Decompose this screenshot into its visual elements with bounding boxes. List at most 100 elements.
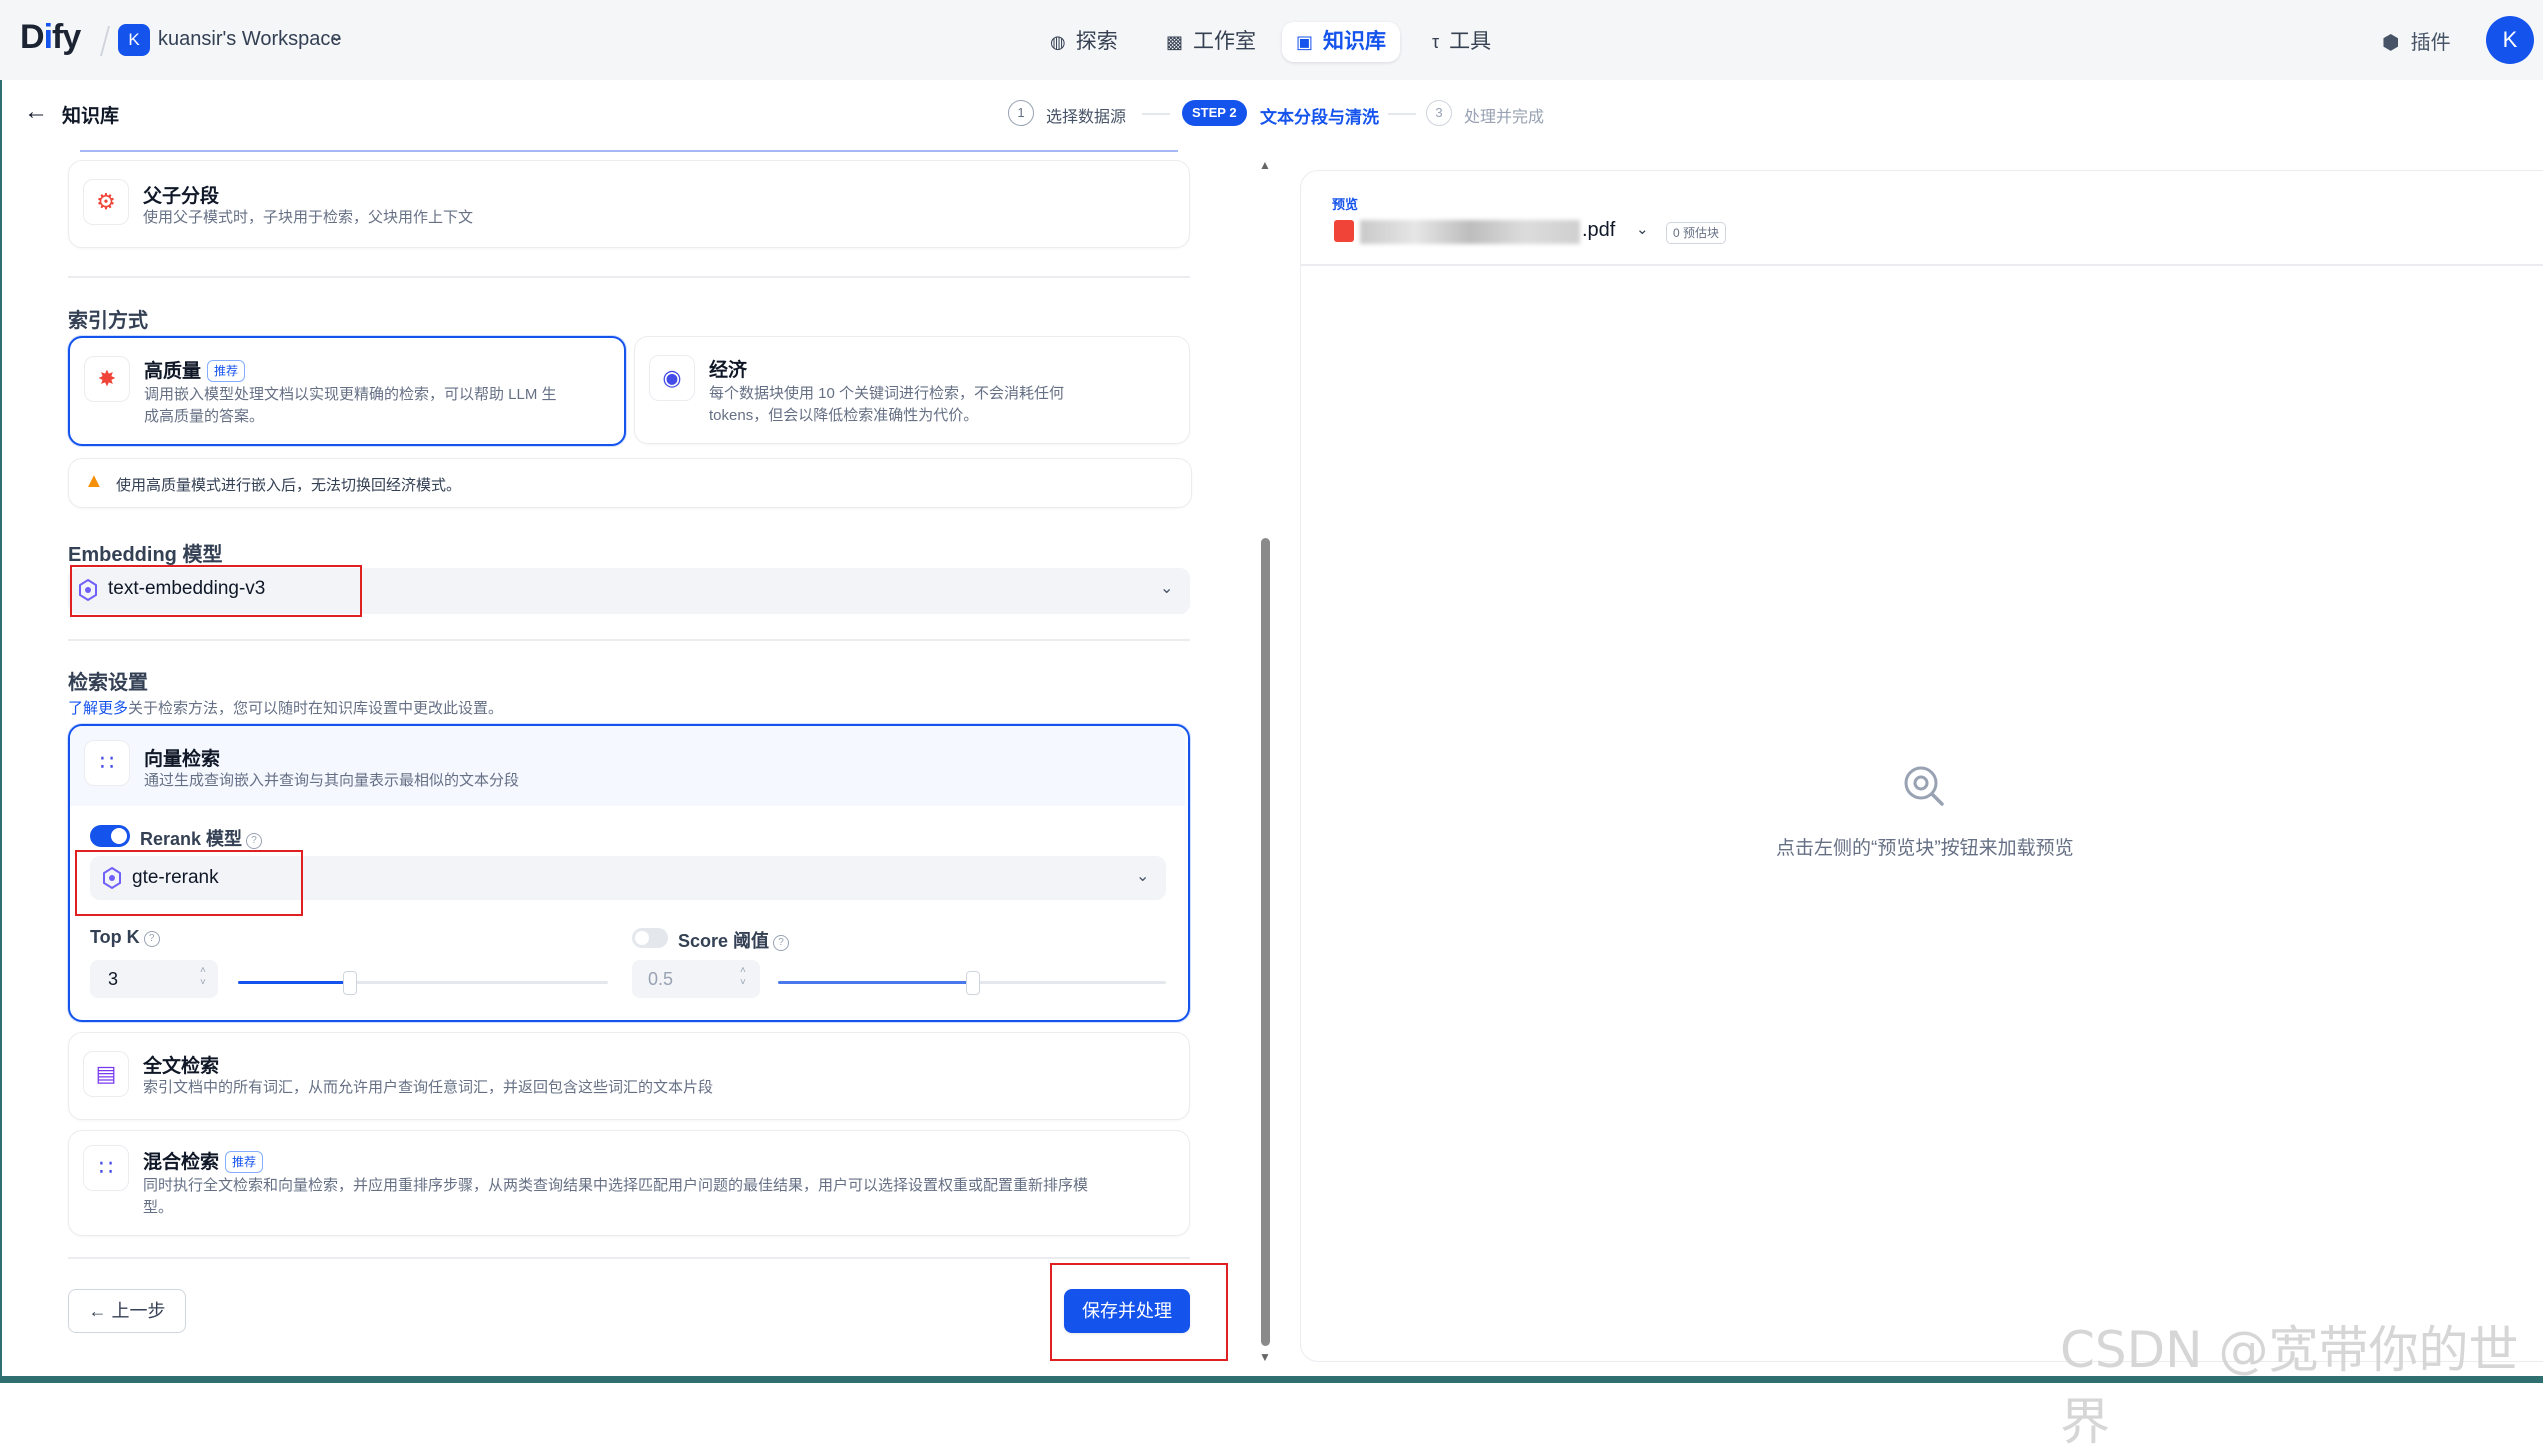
vector-search-title: 向量检索 <box>144 749 221 770</box>
vector-search-header <box>70 726 1185 806</box>
divider <box>1300 264 2543 266</box>
grid-icon: ∷ <box>83 1145 129 1191</box>
learn-more-link[interactable]: 了解更多 <box>68 700 128 717</box>
back-arrow-icon[interactable]: ← <box>24 98 48 126</box>
window-edge <box>0 1376 2543 1383</box>
step-connector <box>1388 113 1416 115</box>
divider <box>68 639 1190 641</box>
step-1-number: 1 <box>1008 100 1034 126</box>
topk-label: Top K? <box>90 927 160 948</box>
book-icon: ▣ <box>1296 32 1314 52</box>
embedding-model-title: Embedding 模型 <box>68 544 223 566</box>
nav-plugins-label: 插件 <box>2410 32 2451 54</box>
nav-explore[interactable]: ◍ 探索 <box>1036 22 1132 62</box>
help-icon[interactable]: ? <box>143 931 160 947</box>
nav-tools[interactable]: τ 工具 <box>1418 22 1505 62</box>
piggy-bank-icon: ◉ <box>649 355 695 401</box>
workspace-name[interactable]: kuansir's Workspace <box>158 28 342 51</box>
high-quality-option[interactable]: ✸ 高质量 推荐 调用嵌入模型处理文档以实现更精确的检索，可以帮助 LLM 生成高… <box>68 336 626 446</box>
step-2-label: 文本分段与清洗 <box>1260 108 1379 127</box>
chevron-down-icon[interactable]: ⌄ <box>1636 220 1649 238</box>
nav-knowledge[interactable]: ▣ 知识库 <box>1282 22 1401 62</box>
step-3-label: 处理并完成 <box>1464 109 1545 126</box>
full-text-search-desc: 索引文档中的所有词汇，从而允许用户查询任意词汇，并返回包含这些词汇的文本片段 <box>143 1079 714 1096</box>
highlight-box <box>70 565 362 617</box>
parent-child-chunk-card[interactable]: ⚙ 父子分段 使用父子模式时，子块用于检索，父块用作上下文 <box>68 160 1190 248</box>
chevron-down-icon[interactable]: ⌄ <box>1160 578 1173 598</box>
divider <box>68 276 1190 278</box>
step-2-badge: STEP 2 <box>1182 100 1247 126</box>
dify-logo[interactable]: Dify <box>20 18 81 57</box>
previous-step-button[interactable]: ← 上一步 <box>68 1289 186 1333</box>
help-icon[interactable]: ? <box>773 935 790 951</box>
window-edge <box>0 80 2 1376</box>
parent-child-title: 父子分段 <box>143 186 220 207</box>
hybrid-search-desc: 同时执行全文检索和向量检索，并应用重排序步骤，从两类查询结果中选择匹配用户问题的… <box>143 1177 1089 1216</box>
preview-empty-text: 点击左侧的“预览块”按钮来加载预览 <box>1776 838 2074 859</box>
recommended-badge: 推荐 <box>225 1151 264 1173</box>
full-text-search-title: 全文检索 <box>143 1056 220 1077</box>
step-3-number: 3 <box>1426 100 1452 126</box>
topk-slider-fill <box>238 981 349 984</box>
score-threshold-label: Score 阈值? <box>678 927 790 953</box>
nav-studio[interactable]: ▩ 工作室 <box>1152 22 1270 62</box>
document-search-icon: ▤ <box>83 1051 129 1097</box>
cube-icon: ⬢ <box>2382 32 2400 54</box>
economy-title: 经济 <box>709 360 748 381</box>
hybrid-search-title: 混合检索 推荐 <box>143 1147 264 1174</box>
full-text-search-option[interactable]: ▤ 全文检索 索引文档中的所有词汇，从而允许用户查询任意词汇，并返回包含这些词汇… <box>68 1032 1190 1120</box>
stepper-up-icon[interactable]: ˄ ˅ <box>740 965 746 989</box>
toggle-knob <box>111 828 127 844</box>
high-quality-title: 高质量 推荐 <box>144 356 246 383</box>
workspace-avatar[interactable]: K <box>118 24 150 56</box>
retrieval-settings-title: 检索设置 <box>68 672 148 694</box>
user-avatar[interactable]: K <box>2486 16 2534 64</box>
toggle-knob <box>635 931 649 945</box>
pdf-file-icon <box>1334 220 1354 242</box>
rerank-toggle[interactable] <box>90 825 130 847</box>
recommended-badge: 推荐 <box>207 360 246 382</box>
step-connector <box>1142 113 1170 115</box>
help-icon[interactable]: ? <box>246 833 263 849</box>
section-top-border <box>80 150 1178 152</box>
score-threshold-toggle[interactable] <box>632 928 668 948</box>
grid-icon: ∷ <box>84 740 130 786</box>
economy-option[interactable]: ◉ 经济 每个数据块使用 10 个关键词进行检索，不会消耗任何 tokens，但会… <box>634 336 1190 444</box>
robot-icon: ▩ <box>1166 32 1184 52</box>
chevron-down-icon[interactable]: ⌄ <box>1136 866 1149 886</box>
knowledge-back-title[interactable]: 知识库 <box>62 101 119 128</box>
stepper-up-icon[interactable]: ˄ ˅ <box>200 965 206 989</box>
nav-knowledge-label: 知识库 <box>1323 30 1387 53</box>
blurred-file-name <box>1360 220 1580 244</box>
step-1-label: 选择数据源 <box>1046 109 1127 126</box>
nav-plugins[interactable]: ⬢ 插件 <box>2382 26 2451 55</box>
compass-icon: ◍ <box>1050 32 1066 52</box>
index-method-title: 索引方式 <box>68 310 148 332</box>
top-navigation-bar <box>0 0 2543 80</box>
chevron-down-icon[interactable]: ⌄ <box>330 26 343 46</box>
retrieval-hint: 了解更多关于检索方法，您可以随时在知识库设置中更改此设置。 <box>68 700 504 717</box>
estimated-chunks-badge: 0 预估块 <box>1666 222 1727 244</box>
nav-explore-label: 探索 <box>1075 30 1118 53</box>
divider <box>68 1257 1190 1259</box>
score-slider-handle[interactable] <box>966 971 980 995</box>
file-name-suffix[interactable]: .pdf <box>1582 219 1615 242</box>
warning-text: 使用高质量模式进行嵌入后，无法切换回经济模式。 <box>116 477 462 494</box>
preview-label: 预览 <box>1332 197 1359 212</box>
previous-step-label: 上一步 <box>111 1301 166 1321</box>
high-quality-desc: 调用嵌入模型处理文档以实现更精确的检索，可以帮助 LLM 生成高质量的答案。 <box>144 386 557 425</box>
warning-icon: ▲ <box>84 470 104 492</box>
search-preview-icon <box>1904 766 1944 806</box>
arrow-left-icon: ← <box>88 1301 107 1321</box>
topk-value: 3 <box>108 969 119 989</box>
scroll-down-arrow-icon[interactable]: ▼ <box>1259 1350 1271 1364</box>
scroll-up-arrow-icon[interactable]: ▲ <box>1259 158 1271 172</box>
scrollbar-thumb[interactable] <box>1261 538 1270 1346</box>
topk-slider-handle[interactable] <box>343 971 357 995</box>
hybrid-search-option[interactable]: ∷ 混合检索 推荐 同时执行全文检索和向量检索，并应用重排序步骤，从两类查询结果中… <box>68 1130 1190 1236</box>
parent-child-desc: 使用父子模式时，子块用于检索，父块用作上下文 <box>143 209 474 226</box>
highlight-box <box>75 850 303 916</box>
nav-studio-label: 工作室 <box>1193 30 1257 53</box>
rerank-label: Rerank 模型? <box>140 825 263 851</box>
parent-child-icon: ⚙ <box>83 179 129 225</box>
